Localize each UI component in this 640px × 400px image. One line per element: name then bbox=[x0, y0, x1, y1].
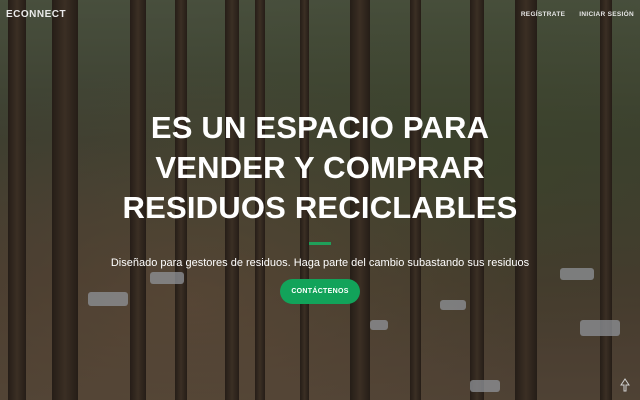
nav-link-login[interactable]: INICIAR SESIÓN bbox=[579, 11, 634, 18]
hero-subtitle: Diseñado para gestores de residuos. Haga… bbox=[110, 257, 530, 269]
nav-link-register[interactable]: REGÍSTRATE bbox=[521, 11, 565, 18]
hero-headline: ES UN ESPACIO PARA VENDER Y COMPRAR RESI… bbox=[122, 110, 518, 225]
brand-logo[interactable]: ECONNECT bbox=[6, 9, 66, 20]
top-navbar: ECONNECT REGÍSTRATE INICIAR SESIÓN bbox=[0, 0, 640, 28]
hero-section: ES UN ESPACIO PARA VENDER Y COMPRAR RESI… bbox=[0, 108, 640, 304]
scroll-icon-glyph bbox=[620, 378, 630, 392]
contact-button[interactable]: CONTÁCTENOS bbox=[280, 279, 360, 304]
nav-links: REGÍSTRATE INICIAR SESIÓN bbox=[521, 11, 634, 18]
hero-divider bbox=[309, 242, 331, 245]
scroll-icon[interactable] bbox=[620, 378, 630, 392]
